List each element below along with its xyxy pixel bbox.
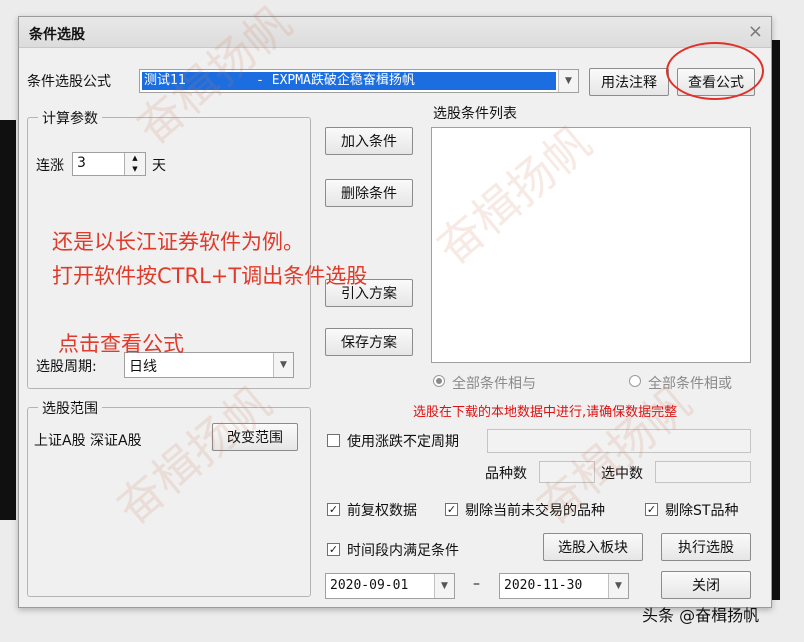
close-button[interactable]: 关闭 <box>661 571 751 599</box>
add-to-block-button[interactable]: 选股入板块 <box>543 533 643 561</box>
forward-adjust-checkbox[interactable]: ✓ <box>327 503 340 516</box>
pick-range-value: 上证A股 深证A股 <box>34 433 142 449</box>
period-value: 日线 <box>129 359 157 375</box>
consecutive-days-stepper[interactable]: 3 ▲ ▼ <box>72 152 146 176</box>
annotation-line-1: 还是以长江证券软件为例。 <box>52 230 304 254</box>
days-unit-label: 天 <box>152 158 166 174</box>
count-value <box>539 461 595 483</box>
annotation-line-2: 打开软件按CTRL+T调出条件选股 <box>52 264 368 288</box>
delete-condition-button[interactable]: 删除条件 <box>325 179 413 207</box>
selected-count-label: 选中数 <box>601 466 643 482</box>
source-watermark: 头条 @奋楫扬帆 <box>642 606 760 625</box>
exclude-untraded-label: 剔除当前未交易的品种 <box>465 503 605 519</box>
add-condition-button[interactable]: 加入条件 <box>325 127 413 155</box>
consecutive-days-value: 3 <box>77 155 86 171</box>
exclude-st-label: 剔除ST品种 <box>665 503 739 519</box>
formula-select[interactable]: 测试11 - EXPMA跌破企稳奋楫扬帆 ▼ <box>139 69 579 93</box>
date-to-select[interactable]: 2020-11-30 ▼ <box>499 573 629 599</box>
time-period-checkbox[interactable]: ✓ <box>327 543 340 556</box>
title-bar: 条件选股 × <box>19 17 771 48</box>
date-from-value: 2020-09-01 <box>330 578 409 593</box>
change-range-button[interactable]: 改变范围 <box>212 423 298 451</box>
execute-pick-button[interactable]: 执行选股 <box>661 533 751 561</box>
time-period-label: 时间段内满足条件 <box>347 543 459 559</box>
variable-period-input[interactable] <box>487 429 751 453</box>
period-label: 选股周期: <box>36 359 97 375</box>
usage-notes-button[interactable]: 用法注释 <box>589 68 669 96</box>
count-label: 品种数 <box>485 466 527 482</box>
consecutive-rise-label: 连涨 <box>36 158 64 174</box>
pick-range-legend: 选股范围 <box>38 398 102 418</box>
condition-list[interactable] <box>431 127 751 363</box>
exclude-st-checkbox[interactable]: ✓ <box>645 503 658 516</box>
chevron-down-icon[interactable]: ▼ <box>273 353 293 377</box>
radio-all-or[interactable] <box>629 375 641 387</box>
chevron-down-icon[interactable]: ▼ <box>558 70 578 92</box>
condition-list-label: 选股条件列表 <box>433 106 517 122</box>
background-chart-left <box>0 120 16 520</box>
radio-all-or-label: 全部条件相或 <box>648 376 732 392</box>
dialog-title: 条件选股 <box>29 27 85 43</box>
selected-count-value <box>655 461 751 483</box>
save-scheme-button[interactable]: 保存方案 <box>325 328 413 356</box>
annotation-line-3: 点击查看公式 <box>58 332 184 356</box>
local-data-notice: 选股在下载的本地数据中进行,请确保数据完整 <box>413 405 678 420</box>
close-icon[interactable]: × <box>748 21 763 42</box>
radio-all-and[interactable] <box>433 375 445 387</box>
background-chart-right <box>772 40 780 600</box>
forward-adjust-label: 前复权数据 <box>347 503 417 519</box>
chevron-down-icon[interactable]: ▼ <box>608 574 628 598</box>
formula-selected-value: 测试11 - EXPMA跌破企稳奋楫扬帆 <box>142 72 556 90</box>
chevron-down-icon[interactable]: ▼ <box>434 574 454 598</box>
date-from-select[interactable]: 2020-09-01 ▼ <box>325 573 455 599</box>
calc-params-legend: 计算参数 <box>38 108 102 128</box>
variable-period-label: 使用涨跌不定周期 <box>347 434 459 450</box>
radio-all-and-label: 全部条件相与 <box>452 376 536 392</box>
formula-label: 条件选股公式 <box>27 74 111 90</box>
condition-stock-picker-dialog: 条件选股 × 条件选股公式 测试11 - EXPMA跌破企稳奋楫扬帆 ▼ 用法注… <box>18 16 772 608</box>
stepper-down-icon[interactable]: ▼ <box>124 164 145 175</box>
date-to-value: 2020-11-30 <box>504 578 583 593</box>
pick-range-group: 选股范围 上证A股 深证A股 改变范围 <box>27 398 311 597</box>
variable-period-checkbox[interactable] <box>327 434 340 447</box>
highlight-circle <box>666 42 764 100</box>
date-dash: – <box>473 576 480 592</box>
exclude-untraded-checkbox[interactable]: ✓ <box>445 503 458 516</box>
